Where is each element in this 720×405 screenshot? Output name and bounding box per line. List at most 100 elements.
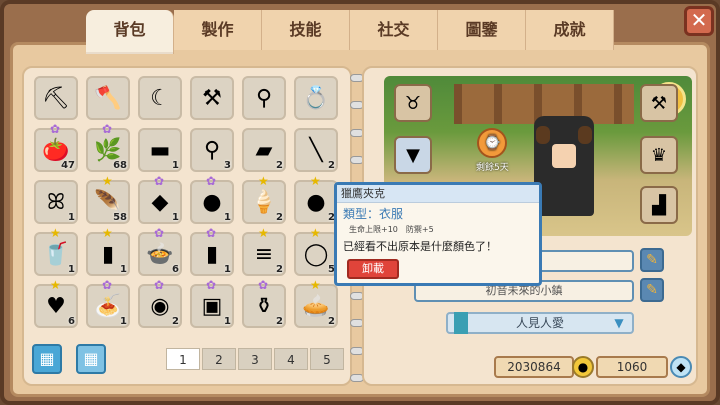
buff-timer: ⌚ 剩餘5天 (476, 128, 509, 173)
tab-crafting[interactable]: 製作 (174, 10, 262, 50)
inventory-slot[interactable]: ⛏ (34, 76, 78, 120)
tab-skills[interactable]: 技能 (262, 10, 350, 50)
inventory-slot[interactable]: ★ 🪶 58 (86, 174, 130, 224)
item-count: 2 (276, 160, 283, 171)
inventory-slot[interactable]: ▬ 1 (138, 128, 182, 172)
inventory-slot[interactable]: ╲ 2 (294, 128, 338, 172)
inventory-slot[interactable]: ✿ 🌿 68 (86, 122, 130, 172)
inventory-slot[interactable]: ★ ▮ 1 (86, 226, 130, 276)
close-button[interactable]: ✕ (684, 6, 714, 36)
unequip-button[interactable]: 卸載 (347, 259, 399, 279)
star-badge-icon: ★ (310, 174, 321, 188)
item-count: 68 (113, 160, 127, 171)
page-5[interactable]: 5 (310, 348, 344, 370)
equip-slot-body[interactable]: ▼ (394, 136, 432, 174)
inventory-slot[interactable]: ⚲ 3 (190, 128, 234, 172)
item-count: 2 (276, 264, 283, 275)
inventory-slot[interactable]: ✿ ● 1 (190, 174, 234, 224)
gem-amount: 1060 (596, 356, 668, 378)
inventory-slot[interactable]: ✿ ▮ 1 (190, 226, 234, 276)
item-count: 1 (172, 212, 179, 223)
close-icon: ✕ (690, 8, 708, 32)
inventory-slot[interactable]: ꕤ1 (34, 180, 78, 224)
tab-social[interactable]: 社交 (350, 10, 438, 50)
inventory-slot[interactable]: ✿ 🍲 6 (138, 226, 182, 276)
inventory-slot[interactable]: ✿ ▣ 1 (190, 278, 234, 328)
tooltip-item-type: 類型：衣服 (343, 207, 404, 221)
inventory-slot[interactable]: ⚲ (242, 76, 286, 120)
inventory-slot[interactable]: ✿ ◆ 1 (138, 174, 182, 224)
inventory-slot[interactable]: ⚒ (190, 76, 234, 120)
character-face (552, 144, 576, 168)
inventory-slot[interactable]: ★ 🥧 2 (294, 278, 338, 328)
player-character[interactable] (534, 116, 594, 216)
flower-badge-icon: ✿ (154, 226, 165, 240)
equip-slot-accessory[interactable]: ♛ (640, 136, 678, 174)
item-count: 6 (172, 264, 179, 275)
inventory-slot[interactable]: ✿ 🍝 1 (86, 278, 130, 328)
jacket-icon: ▼ (406, 144, 420, 166)
tooltip-item-name: 獵鷹夾克 (337, 185, 539, 203)
inventory-slot[interactable]: ★ ≡ 2 (242, 226, 286, 276)
tab-collection[interactable]: 圖鑒 (438, 10, 526, 50)
item-count: 47 (61, 160, 75, 171)
item-count: 2 (172, 316, 179, 327)
chevron-down-icon: ▼ (614, 316, 624, 330)
equip-slot-boots[interactable]: ▟ (640, 186, 678, 224)
item-icon: ☾ (150, 85, 170, 111)
inventory-slot[interactable]: ▰ 2 (242, 128, 286, 172)
gem-icon: ◆ (670, 356, 692, 378)
tab-bar: 背包 製作 技能 社交 圖鑒 成就 (86, 10, 614, 54)
item-icon: ⚲ (203, 137, 221, 163)
item-icon: 🪶 (94, 189, 122, 215)
inventory-slot[interactable]: ★ 🥤 1 (34, 226, 78, 276)
page-2[interactable]: 2 (202, 348, 236, 370)
inventory-slot[interactable]: 🪓 (86, 76, 130, 120)
flower-badge-icon: ✿ (206, 226, 217, 240)
equip-slot-tool[interactable]: ⚒ (640, 84, 678, 122)
banner-icon (454, 312, 468, 334)
item-icon: ⚒ (202, 85, 222, 111)
star-badge-icon: ★ (258, 226, 269, 240)
compact-view-button[interactable]: ▦ (76, 344, 106, 374)
tab-achievements[interactable]: 成就 (526, 10, 614, 50)
item-count: 1 (68, 212, 75, 223)
item-count: 1 (224, 264, 231, 275)
title-select[interactable]: 人見人愛 ▼ (446, 312, 634, 334)
equip-slot-head[interactable]: ♉ (394, 84, 432, 122)
inventory-slot[interactable]: ★ 🍦 2 (242, 174, 286, 224)
inventory-slot[interactable]: ★ ● 2 (294, 174, 338, 224)
grid-large-icon: ▦ (39, 349, 55, 368)
grid-view-button[interactable]: ▦ (32, 344, 62, 374)
inventory-slot[interactable]: ✿ 🍅 47 (34, 122, 78, 172)
item-icon: ⚱ (254, 293, 274, 319)
inventory-slot[interactable]: ★ ◯ 5 (294, 226, 338, 276)
pagination: 1 2 3 4 5 (166, 348, 346, 370)
item-icon: 🥧 (302, 293, 330, 319)
buff-timer-label: 剩餘5天 (476, 163, 509, 173)
item-icon: 🍝 (94, 293, 122, 319)
inventory-slot[interactable]: 💍 (294, 76, 338, 120)
tab-backpack[interactable]: 背包 (86, 10, 174, 54)
edit-name-button[interactable]: ✎ (640, 248, 664, 272)
inventory-slot[interactable]: ✿ ◉ 2 (138, 278, 182, 328)
page-1[interactable]: 1 (166, 348, 200, 370)
edit-town-button[interactable]: ✎ (640, 278, 664, 302)
item-count: 2 (276, 212, 283, 223)
flower-badge-icon: ✿ (50, 122, 61, 136)
gold-amount: 2030864 (494, 356, 574, 378)
inventory-slot[interactable]: ★ ♥ 6 (34, 278, 78, 328)
item-icon: ⚲ (255, 85, 273, 111)
item-count: 1 (224, 212, 231, 223)
boot-icon: ▟ (652, 194, 666, 216)
item-count: 2 (276, 316, 283, 327)
item-icon: 🪓 (94, 85, 122, 111)
inventory-slot[interactable]: ☾ (138, 76, 182, 120)
item-icon: ● (306, 189, 326, 215)
page-3[interactable]: 3 (238, 348, 272, 370)
item-icon: ▮ (101, 241, 115, 267)
item-icon: ◯ (303, 241, 329, 267)
inventory-slot[interactable]: ✿ ⚱ 2 (242, 278, 286, 328)
page-4[interactable]: 4 (274, 348, 308, 370)
item-icon: ⛏ (42, 85, 70, 111)
